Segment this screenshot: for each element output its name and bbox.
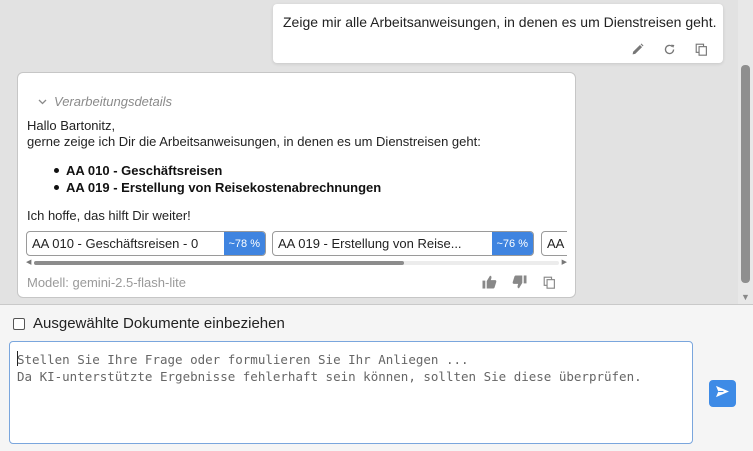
composer: Ausgewählte Dokumente einbeziehen Stelle…: [0, 305, 753, 451]
scroll-down-icon[interactable]: ▼: [741, 292, 750, 302]
copy-icon[interactable]: [693, 41, 709, 57]
feedback-actions: [481, 274, 557, 290]
source-chip[interactable]: AA: [541, 231, 567, 256]
assistant-greeting: Hallo Bartonitz, gerne zeige ich Dir die…: [27, 118, 481, 150]
assistant-closing: Ich hoffe, das hilft Dir weiter!: [27, 208, 191, 223]
scroll-left-icon[interactable]: ◀: [26, 259, 31, 267]
source-chips: AA 010 - Geschäftsreisen - 0 ~78 % AA 01…: [26, 231, 567, 257]
chat-history: Zeige mir alle Arbeitsanweisungen, in de…: [0, 0, 753, 304]
user-message-text: Zeige mir alle Arbeitsanweisungen, in de…: [283, 14, 717, 30]
source-chip[interactable]: AA 019 - Erstellung von Reise... ~76 %: [272, 231, 534, 256]
thumbs-up-icon[interactable]: [481, 274, 497, 290]
chevron-down-icon: [38, 92, 47, 110]
edit-icon[interactable]: [629, 41, 645, 57]
placeholder-line-1: Stellen Sie Ihre Frage oder formulieren …: [17, 352, 469, 367]
source-chip-score: ~78 %: [223, 232, 265, 255]
scrollbar-thumb[interactable]: [741, 65, 750, 283]
source-chip-label: AA 010 - Geschäftsreisen - 0: [32, 236, 199, 251]
thumbs-down-icon[interactable]: [511, 274, 527, 290]
model-info: Modell: gemini-2.5-flash-lite: [27, 275, 186, 290]
include-documents-label: Ausgewählte Dokumente einbeziehen: [33, 315, 285, 332]
source-chip-label: AA 019 - Erstellung von Reise...: [278, 236, 462, 251]
document-list: AA 010 - Geschäftsreisen AA 019 - Erstel…: [53, 162, 382, 196]
placeholder-line-2: Da KI-unterstützte Ergebnisse fehlerhaft…: [17, 369, 642, 384]
chat-scrollbar[interactable]: ▼: [738, 0, 753, 304]
retry-icon[interactable]: [661, 41, 677, 57]
send-button[interactable]: [709, 380, 736, 407]
greeting-line-2: gerne zeige ich Dir die Arbeitsanweisung…: [27, 134, 481, 149]
include-documents-checkbox[interactable]: [13, 317, 25, 330]
list-item: AA 019 - Erstellung von Reisekostenabrec…: [53, 180, 382, 195]
user-message: Zeige mir alle Arbeitsanweisungen, in de…: [273, 4, 723, 63]
copy-icon[interactable]: [541, 274, 557, 290]
source-chip-label: AA: [547, 236, 565, 251]
user-message-actions: [629, 41, 709, 57]
source-chips-scrollbar[interactable]: ◀ ▶: [26, 259, 567, 266]
assistant-message: Verarbeitungsdetails Hallo Bartonitz, ge…: [17, 72, 576, 298]
processing-details-label: Verarbeitungsdetails: [54, 93, 173, 109]
processing-details-toggle[interactable]: Verarbeitungsdetails: [38, 92, 172, 110]
prompt-placeholder: Stellen Sie Ihre Frage oder formulieren …: [17, 351, 642, 385]
prompt-input[interactable]: Stellen Sie Ihre Frage oder formulieren …: [9, 341, 693, 444]
source-chip-score: ~76 %: [491, 232, 533, 255]
scrollbar-thumb[interactable]: [34, 261, 404, 265]
include-documents-option[interactable]: Ausgewählte Dokumente einbeziehen: [13, 315, 285, 332]
greeting-line-1: Hallo Bartonitz,: [27, 118, 116, 133]
source-chip[interactable]: AA 010 - Geschäftsreisen - 0 ~78 %: [26, 231, 266, 256]
send-icon: [715, 385, 730, 403]
list-item: AA 010 - Geschäftsreisen: [53, 162, 381, 179]
scroll-right-icon[interactable]: ▶: [562, 259, 567, 267]
